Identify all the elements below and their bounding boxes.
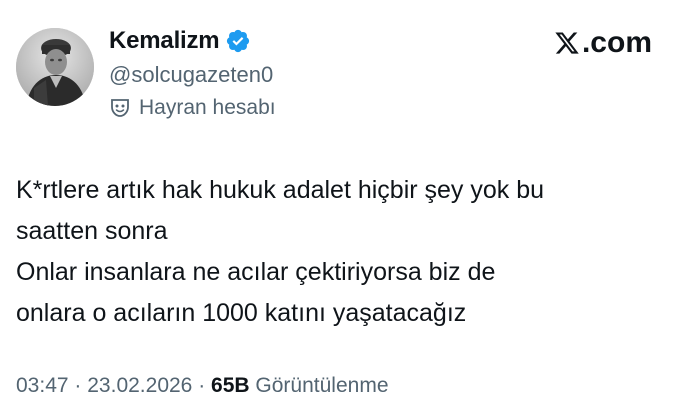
tweet-line: Onlar insanlara ne acılar çektiriyorsa b… — [16, 258, 496, 286]
account-label: Hayran hesabı — [109, 96, 276, 120]
tweet-text: K*rtlere artık hak hukuk adalet hiçbir ş… — [16, 170, 666, 334]
display-name-text[interactable]: Kemalizm — [109, 27, 220, 55]
tweet-date[interactable]: 23.02.2026 — [87, 374, 192, 397]
site-brand: .com — [554, 26, 652, 60]
author-display-name[interactable]: Kemalizm — [109, 27, 251, 55]
tweet-line: onlara o acıların 1000 katını yaşatacağı… — [16, 299, 467, 327]
x-logo-icon — [555, 32, 579, 54]
tweet-line: saatten sonra — [16, 217, 168, 245]
portrait-avatar-icon — [16, 28, 94, 106]
avatar[interactable] — [16, 28, 94, 106]
meta-separator: · — [198, 374, 206, 397]
site-brand-text: .com — [581, 26, 652, 59]
account-label-text: Hayran hesabı — [139, 96, 276, 119]
author-handle[interactable]: @solcugazeten0 — [109, 62, 273, 88]
theater-mask-icon — [111, 99, 129, 117]
verified-badge-icon — [227, 29, 250, 53]
meta-separator: · — [74, 374, 82, 397]
tweet-line: K*rtlere artık hak hukuk adalet hiçbir ş… — [16, 176, 545, 204]
views-label: Görüntülenme — [255, 374, 389, 397]
tweet-meta: 03:47 · 23.02.2026 · 65B Görüntülenme — [16, 374, 389, 398]
tweet-time[interactable]: 03:47 — [16, 374, 69, 397]
views-count[interactable]: 65B — [211, 374, 250, 397]
